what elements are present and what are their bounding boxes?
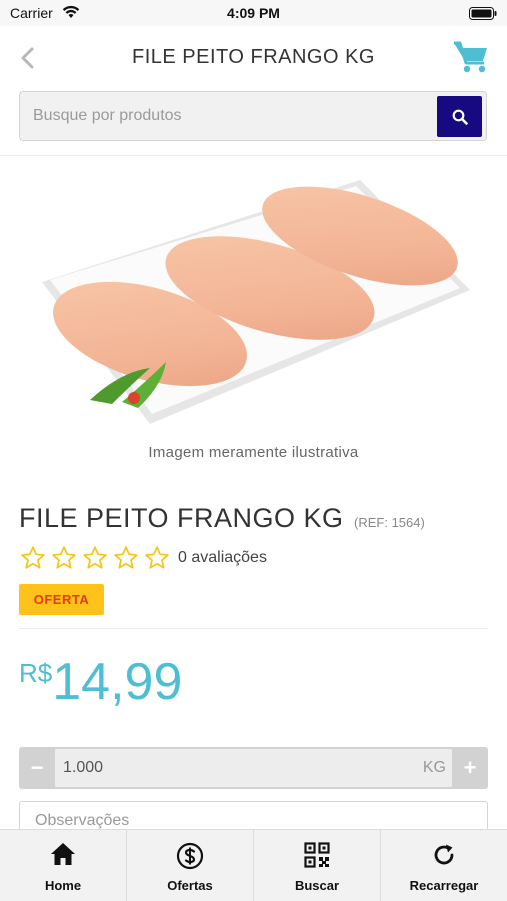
price-currency: R$ <box>19 658 53 688</box>
search-input[interactable] <box>20 92 435 140</box>
tab-label: Ofertas <box>167 878 213 893</box>
search-button[interactable] <box>437 96 482 137</box>
product-name: FILE PEITO FRANGO KG <box>19 503 344 533</box>
qr-code-icon <box>304 842 330 868</box>
product-header: FILE PEITO FRANGO KG (REF: 1564) <box>19 503 425 534</box>
cart-button[interactable] <box>453 40 489 74</box>
home-icon <box>51 843 75 865</box>
tab-label: Buscar <box>294 878 340 893</box>
quantity-stepper: − 1.000 KG + <box>19 747 488 789</box>
offer-badge: OFERTA <box>19 584 104 615</box>
quantity-unit: KG <box>422 759 446 776</box>
price: R$14,99 <box>19 652 182 712</box>
shopping-cart-icon <box>454 41 487 73</box>
search-icon <box>452 109 468 125</box>
status-bar: Carrier 4:09 PM <box>0 0 507 26</box>
divider <box>0 155 507 156</box>
quantity-field[interactable]: 1.000 KG <box>55 749 452 787</box>
star-icon[interactable] <box>113 545 139 571</box>
tab-bar: Home Ofertas Buscar Recarregar <box>0 829 507 901</box>
price-value: 14,99 <box>52 653 183 711</box>
decrease-quantity-button[interactable]: − <box>19 747 55 789</box>
refresh-icon <box>434 844 454 865</box>
star-icon[interactable] <box>20 545 46 571</box>
tab-label: Recarregar <box>409 878 479 893</box>
back-button[interactable] <box>18 46 40 70</box>
tab-buscar[interactable]: Buscar <box>254 830 381 901</box>
dollar-circle-icon <box>176 842 204 870</box>
tab-ofertas[interactable]: Ofertas <box>127 830 254 901</box>
rating-count[interactable]: 0 avaliações <box>178 549 267 567</box>
product-ref: (REF: 1564) <box>354 515 425 530</box>
product-image[interactable] <box>30 172 478 434</box>
increase-quantity-button[interactable]: + <box>452 747 488 789</box>
chevron-left-icon <box>21 47 34 69</box>
notes-placeholder: Observações <box>35 812 130 829</box>
status-time: 4:09 PM <box>227 5 280 21</box>
page-title: FILE PEITO FRANGO KG <box>131 46 375 68</box>
tab-recarregar[interactable]: Recarregar <box>381 830 507 901</box>
tab-label: Home <box>44 878 82 893</box>
search-bar <box>19 91 487 141</box>
battery-icon <box>469 7 497 25</box>
star-icon[interactable] <box>51 545 77 571</box>
rating: 0 avaliações <box>20 545 267 571</box>
tab-home[interactable]: Home <box>0 830 127 901</box>
nav-bar: FILE PEITO FRANGO KG <box>0 26 507 88</box>
star-icon[interactable] <box>144 545 170 571</box>
quantity-value: 1.000 <box>63 759 104 776</box>
star-icon[interactable] <box>82 545 108 571</box>
image-caption: Imagem meramente ilustrativa <box>148 444 359 461</box>
divider <box>19 628 488 629</box>
